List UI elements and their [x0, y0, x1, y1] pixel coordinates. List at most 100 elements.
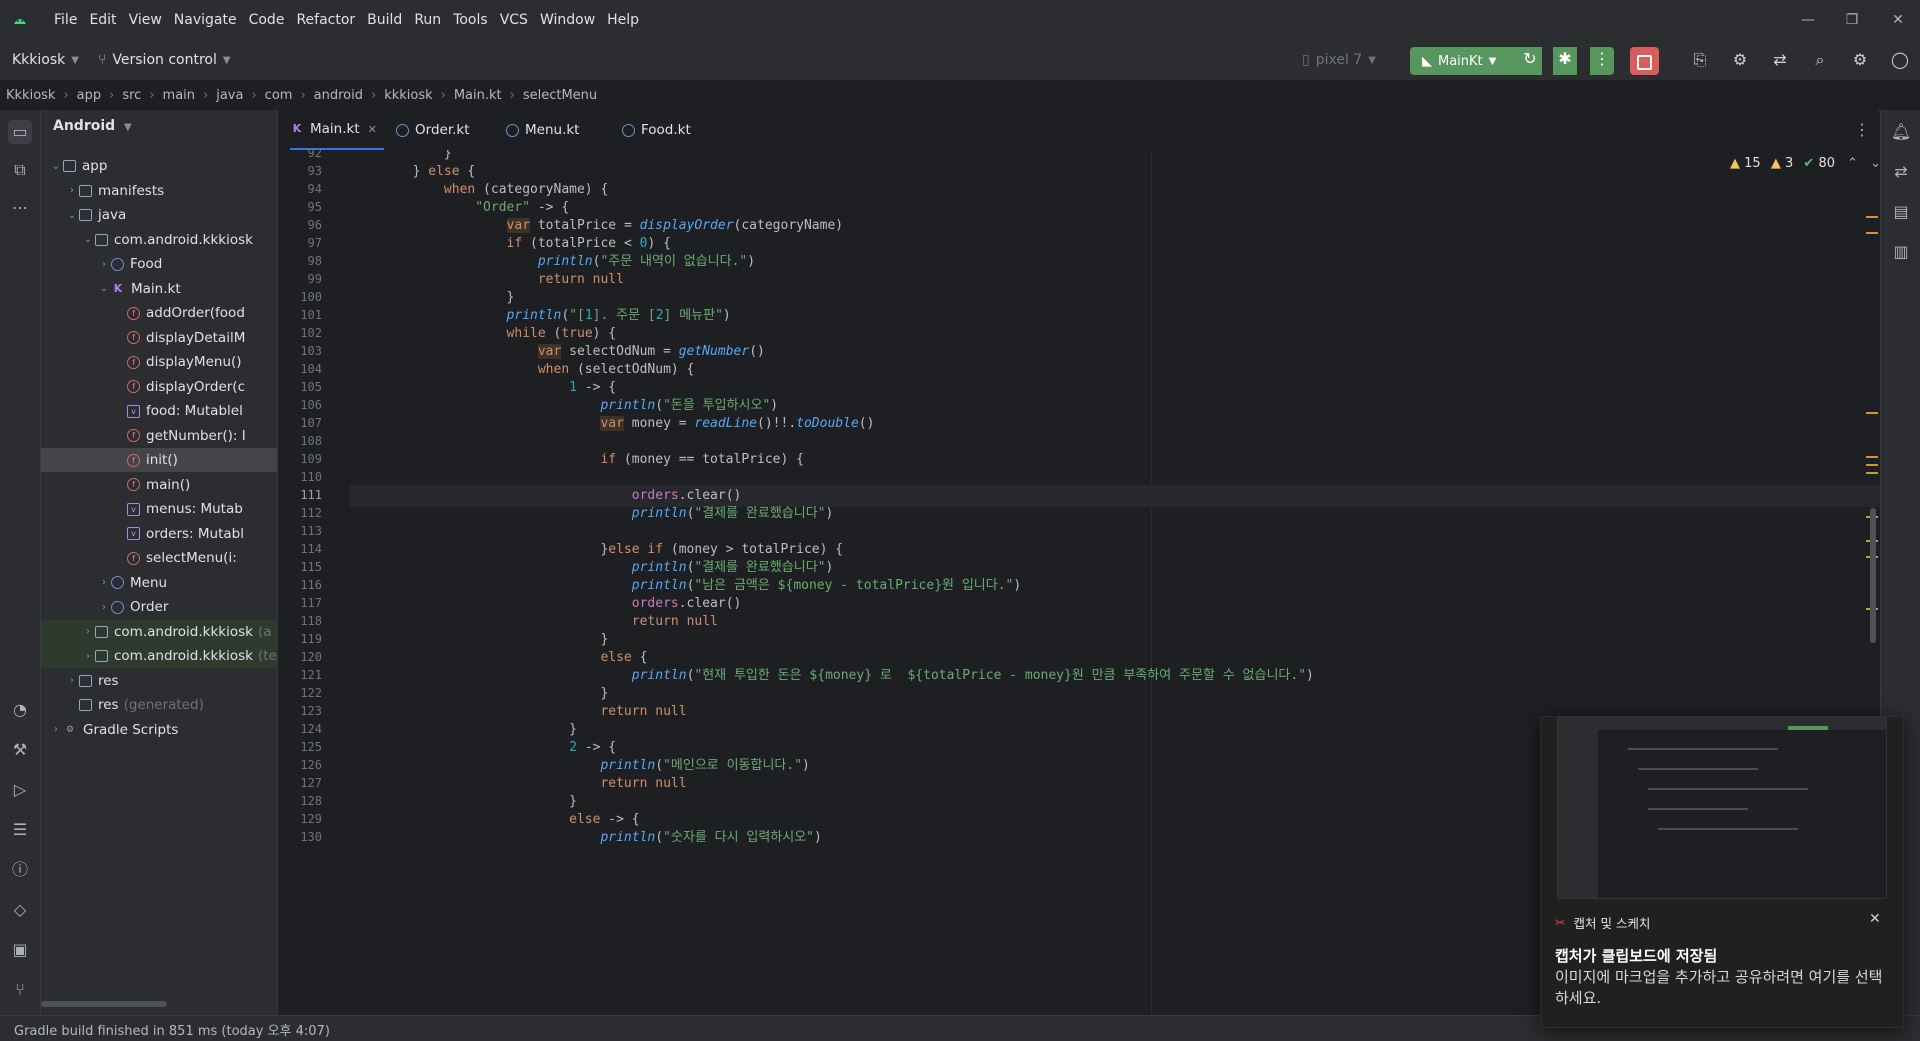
menu-view[interactable]: View: [123, 12, 168, 28]
horizontal-scrollbar[interactable]: [41, 1001, 167, 1007]
menu-file[interactable]: File: [48, 12, 83, 28]
chevron-right-icon[interactable]: ›: [81, 651, 95, 662]
tree-item[interactable]: f getNumber(): I: [41, 424, 277, 448]
run-config-selector[interactable]: ◣ MainKt ▼: [1410, 47, 1527, 75]
terminal-icon[interactable]: ▣: [8, 938, 32, 962]
chevron-right-icon[interactable]: ›: [49, 724, 63, 735]
previous-highlight-icon[interactable]: ⌃: [1847, 156, 1858, 171]
tree-item[interactable]: ⌄ java: [41, 203, 277, 227]
run-icon[interactable]: ▷: [8, 778, 32, 802]
tree-item[interactable]: f displayDetailM: [41, 326, 277, 350]
scroll-marker[interactable]: [1866, 412, 1878, 414]
git-icon[interactable]: ⑂: [8, 978, 32, 1002]
tree-item[interactable]: res (generated): [41, 693, 277, 717]
chevron-right-icon[interactable]: ›: [97, 602, 111, 613]
logcat-icon[interactable]: ☰: [8, 818, 32, 842]
minimize-icon[interactable]: —: [1796, 8, 1820, 32]
project-view-selector[interactable]: Android ▼: [53, 118, 132, 134]
menu-build[interactable]: Build: [361, 12, 408, 28]
breadcrumb-item[interactable]: selectMenu: [523, 88, 597, 103]
chevron-down-icon[interactable]: ⌄: [49, 161, 63, 172]
chevron-down-icon[interactable]: ⌄: [81, 234, 95, 245]
tree-item[interactable]: › com.android.kkkiosk (a: [41, 619, 277, 644]
apply-changes-icon[interactable]: ↻: [1518, 47, 1542, 75]
menu-edit[interactable]: Edit: [83, 12, 122, 28]
tree-item[interactable]: ⌄ K Main.kt: [41, 277, 277, 301]
close-icon[interactable]: ✕: [1869, 911, 1881, 927]
device-file-explorer-icon[interactable]: ▤: [1889, 200, 1913, 224]
search-icon[interactable]: ⌕: [1808, 48, 1832, 72]
chevron-right-icon[interactable]: ›: [97, 259, 111, 270]
tab-menu-kt[interactable]: Menu.kt: [506, 110, 579, 150]
capture-notification-toast[interactable]: ✂ 캡처 및 스케치 ✕ 캡처가 클립보드에 저장됨 이미지에 마크업을 추가하…: [1540, 716, 1904, 1028]
breadcrumb-item[interactable]: android: [314, 88, 363, 103]
tree-item[interactable]: › res: [41, 669, 277, 693]
stop-button[interactable]: [1630, 47, 1659, 75]
code-line[interactable]: var money = readLine()!!.toDouble(): [350, 413, 874, 435]
chevron-down-icon[interactable]: ⌄: [65, 210, 79, 221]
problems-icon[interactable]: ⓘ: [8, 858, 32, 882]
scroll-marker[interactable]: [1866, 216, 1878, 218]
resource-manager-icon[interactable]: ⧉: [8, 158, 32, 182]
code-line[interactable]: println("숫자를 다시 입력하시오"): [350, 827, 821, 849]
tab-food-kt[interactable]: Food.kt: [622, 110, 691, 150]
project-selector[interactable]: Kkkiosk ▼: [12, 40, 79, 80]
tree-item[interactable]: v food: Mutablel: [41, 399, 277, 423]
running-devices-icon[interactable]: ▥: [1889, 240, 1913, 264]
tree-item[interactable]: › manifests: [41, 179, 277, 203]
tree-item[interactable]: f main(): [41, 473, 277, 497]
code-line[interactable]: println("결제를 완료했습니다"): [350, 503, 834, 525]
account-icon[interactable]: ◯: [1888, 48, 1912, 72]
build-hammer-icon[interactable]: ⚒: [8, 738, 32, 762]
tree-item[interactable]: › com.android.kkkiosk (te: [41, 644, 277, 668]
menu-tools[interactable]: Tools: [447, 12, 494, 28]
editor-vertical-scrollbar[interactable]: [1870, 508, 1876, 643]
chevron-down-icon[interactable]: ⌄: [97, 283, 111, 294]
tree-item[interactable]: › Food: [41, 252, 277, 276]
app-inspection-icon[interactable]: ◔: [8, 698, 32, 722]
menu-code[interactable]: Code: [243, 12, 291, 28]
gradle-icon[interactable]: ⇄: [1889, 160, 1913, 184]
chevron-right-icon[interactable]: ›: [81, 626, 95, 637]
sdk-manager-icon[interactable]: ⇄: [1768, 48, 1792, 72]
breadcrumb-item[interactable]: main: [163, 88, 195, 103]
tree-item[interactable]: ⌄ app: [41, 154, 277, 178]
vcs-selector[interactable]: ⑂ Version control ▼: [98, 40, 231, 80]
chevron-right-icon[interactable]: ›: [97, 577, 111, 588]
breadcrumb-item[interactable]: app: [77, 88, 101, 103]
settings-gear-icon[interactable]: ⚙: [1848, 48, 1872, 72]
menu-refactor[interactable]: Refactor: [290, 12, 361, 28]
scroll-marker[interactable]: [1866, 472, 1878, 474]
tree-item[interactable]: f selectMenu(i:: [41, 546, 277, 570]
menu-run[interactable]: Run: [408, 12, 447, 28]
tree-item[interactable]: f init(): [41, 448, 277, 472]
gem-icon[interactable]: ◇: [8, 898, 32, 922]
close-tab-icon[interactable]: ✕: [368, 123, 377, 136]
chevron-right-icon[interactable]: ›: [65, 185, 79, 196]
tree-item[interactable]: › Menu: [41, 571, 277, 595]
tree-item[interactable]: › Order: [41, 595, 277, 619]
restore-icon[interactable]: ❐: [1840, 8, 1864, 32]
tree-item[interactable]: › ⚙ Gradle Scripts: [41, 718, 277, 742]
breadcrumb-item[interactable]: Kkkiosk: [6, 88, 55, 103]
tab-main-kt[interactable]: K Main.kt ✕: [290, 110, 384, 150]
tree-item[interactable]: v menus: Mutab: [41, 497, 277, 521]
device-selector[interactable]: ▯ pixel 7 ▼: [1302, 40, 1376, 80]
breadcrumb-item[interactable]: java: [216, 88, 243, 103]
tree-item[interactable]: f displayMenu(): [41, 350, 277, 374]
more-actions-icon[interactable]: ⋮: [1590, 47, 1614, 75]
breadcrumb-item[interactable]: kkkiosk: [384, 88, 432, 103]
status-message[interactable]: Gradle build finished in 851 ms (today 오…: [14, 1020, 330, 1039]
breadcrumb-item[interactable]: Main.kt: [454, 88, 502, 103]
inspection-widget[interactable]: ▲ 15 ▲ 3 ✔ 80 ⌃ ⌄: [1730, 156, 1881, 171]
tab-options-icon[interactable]: ⋮: [1854, 120, 1870, 139]
tree-item[interactable]: f displayOrder(c: [41, 375, 277, 399]
menu-window[interactable]: Window: [534, 12, 601, 28]
more-tools-icon[interactable]: ⋯: [8, 196, 32, 220]
menu-vcs[interactable]: VCS: [494, 12, 534, 28]
tree-item[interactable]: v orders: Mutabl: [41, 522, 277, 546]
scroll-marker[interactable]: [1866, 464, 1878, 466]
debug-icon[interactable]: ✱: [1553, 47, 1577, 75]
menu-navigate[interactable]: Navigate: [168, 12, 243, 28]
code-line[interactable]: if (money == totalPrice) {: [350, 449, 804, 471]
